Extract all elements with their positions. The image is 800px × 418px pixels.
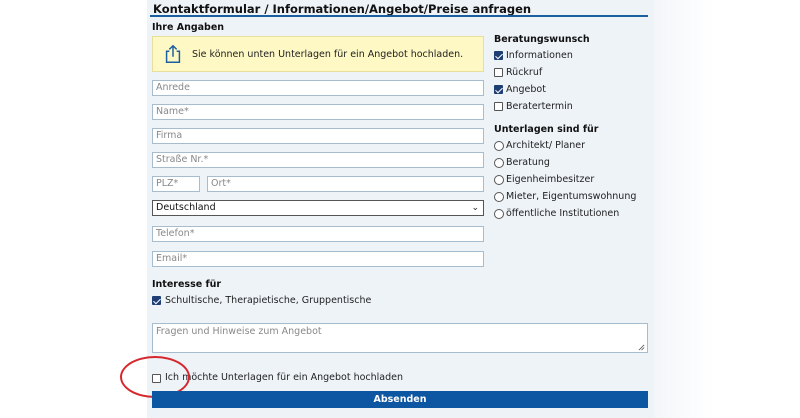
unterlagen-label-eigenheimbesitzer: Eigenheimbesitzer [506,174,595,185]
email-field[interactable]: Email* [152,251,484,267]
beratung-checkbox-informationen[interactable] [494,51,503,60]
unterlagen-radio-beratung[interactable] [494,158,504,168]
interesse-option-label: Schultische, Therapietische, Gruppentisc… [165,295,372,306]
country-select-value: Deutschland [156,202,216,213]
name-field[interactable]: Name* [152,104,484,120]
message-textarea[interactable]: Fragen und Hinweise zum Angebot [152,323,648,353]
section-heading-unterlagen: Unterlagen sind für [494,124,599,135]
resize-grip-icon[interactable] [638,344,645,351]
upload-notice: Sie können unten Unterlagen für ein Ange… [152,36,484,72]
message-placeholder: Fragen und Hinweise zum Angebot [156,326,322,337]
unterlagen-label-mieter: Mieter, Eigentumswohnung [506,191,637,202]
plz-field[interactable]: PLZ* [152,176,200,192]
beratung-label-informationen: Informationen [506,50,573,61]
chevron-down-icon: ⌄ [471,203,479,213]
section-heading-interesse: Interesse für [152,279,222,290]
beratung-checkbox-beratertermin[interactable] [494,102,503,111]
unterlagen-radio-institutionen[interactable] [494,209,504,219]
country-select[interactable]: Deutschland ⌄ [152,200,484,216]
ort-field[interactable]: Ort* [207,176,484,192]
beratung-checkbox-angebot[interactable] [494,85,503,94]
beratung-label-angebot: Angebot [506,84,546,95]
form-title: Kontaktformular / Informationen/Angebot/… [153,2,532,16]
firma-field[interactable]: Firma [152,128,484,144]
title-divider [150,15,648,17]
section-heading-beratungswunsch: Beratungswunsch [494,34,590,45]
beratung-label-rueckruf: Rückruf [506,67,543,78]
upload-checkbox-label: Ich möchte Unterlagen für ein Angebot ho… [165,372,404,383]
unterlagen-radio-mieter[interactable] [494,192,504,202]
section-heading-ihre-angaben: Ihre Angaben [152,22,225,33]
unterlagen-radio-eigenheimbesitzer[interactable] [494,175,504,185]
share-upload-icon [165,44,181,63]
telefon-field[interactable]: Telefon* [152,226,484,242]
beratung-label-beratertermin: Beratertermin [506,101,573,112]
strasse-field[interactable]: Straße Nr.* [152,152,484,168]
submit-button[interactable]: Absenden [152,391,648,408]
unterlagen-radio-architekt[interactable] [494,141,504,151]
unterlagen-label-architekt: Architekt/ Planer [506,140,586,151]
anrede-field[interactable]: Anrede [152,80,484,96]
interesse-checkbox[interactable] [152,296,161,305]
background-fade [654,0,714,418]
unterlagen-label-beratung: Beratung [506,157,550,168]
notice-text: Sie können unten Unterlagen für ein Ange… [192,48,464,60]
unterlagen-label-institutionen: öffentliche Institutionen [506,208,620,219]
beratung-checkbox-rueckruf[interactable] [494,68,503,77]
